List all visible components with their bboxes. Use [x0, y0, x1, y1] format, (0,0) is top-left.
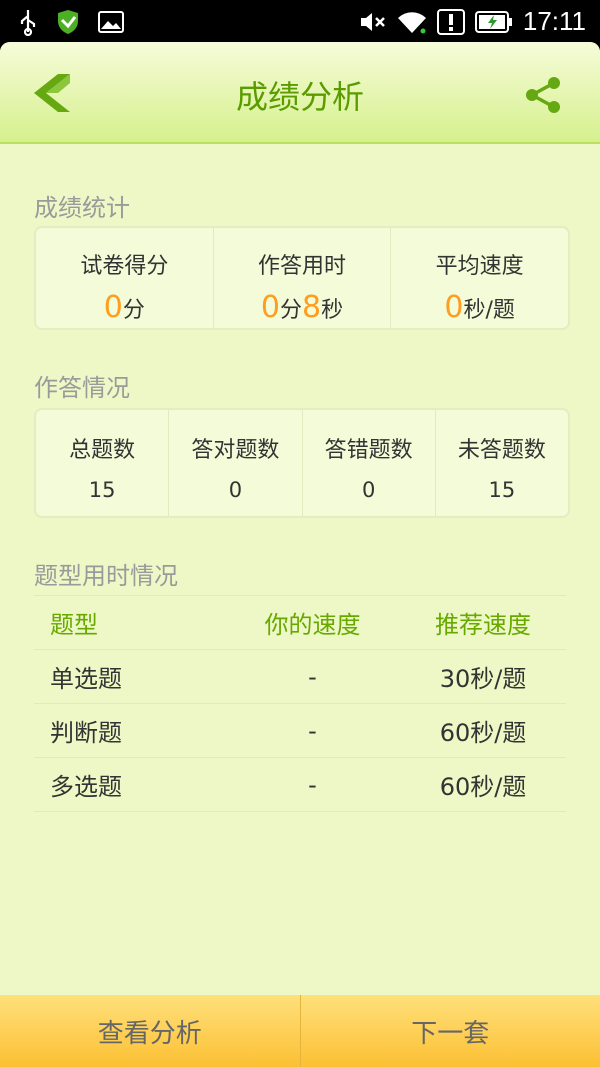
score-unit: 分 — [122, 298, 145, 323]
answer-stat-label: 总题数 — [69, 438, 136, 463]
type-time-table: 题型 你的速度 推荐速度 单选题 - 30秒/题 判断题 - 60秒/题 多选题… — [34, 595, 566, 812]
answer-stat-value: 15 — [488, 478, 516, 502]
row-your-speed: - — [308, 716, 317, 745]
header-recommended-speed: 推荐速度 — [435, 611, 531, 639]
answer-stat-label: 未答题数 — [457, 438, 546, 463]
seconds-unit: 秒 — [321, 298, 344, 323]
answer-stat: 答错题数 0 — [303, 410, 436, 516]
time-used-minutes: 0 — [260, 290, 280, 325]
answer-stat-value: 0 — [361, 478, 376, 502]
shield-icon — [58, 10, 78, 34]
row-type: 判断题 — [50, 719, 122, 747]
answer-stat-value: 15 — [88, 478, 116, 502]
header-type: 题型 — [50, 611, 98, 639]
answer-stat-value: 0 — [228, 478, 243, 502]
stats-card: 试卷得分 0分 作答用时 0分8秒 平均速度 0秒/题 — [34, 226, 570, 330]
time-used-label: 作答用时 — [258, 254, 347, 279]
image-icon — [98, 11, 124, 33]
bottom-bar: 查看分析 下一套 — [0, 995, 600, 1067]
row-recommended-speed: 30秒/题 — [439, 665, 527, 693]
time-used-seconds: 8 — [302, 290, 322, 325]
next-set-button[interactable]: 下一套 — [299, 995, 600, 1067]
time-used-cell: 作答用时 0分8秒 — [214, 228, 392, 328]
header-your-speed: 你的速度 — [264, 611, 361, 639]
clock: 17:11 — [522, 6, 586, 36]
speed-label: 平均速度 — [435, 254, 524, 279]
row-recommended-speed: 60秒/题 — [439, 719, 527, 747]
row-recommended-speed: 60秒/题 — [439, 773, 527, 801]
answer-stat-label: 答错题数 — [324, 438, 413, 463]
minutes-unit: 分 — [279, 298, 302, 323]
answers-card: 总题数 15 答对题数 0 答错题数 0 未答题数 15 — [34, 408, 570, 518]
score-value: 0 — [103, 290, 123, 325]
table-header: 题型 你的速度 推荐速度 — [34, 595, 566, 650]
section-title-type-time: 题型用时情况 — [34, 562, 178, 590]
answer-stat: 未答题数 15 — [436, 410, 568, 516]
wifi-icon — [397, 11, 426, 33]
score-analysis-screen: 成绩分析 成绩统计 试卷得分 0分 作答用时 0分8秒 平均速度 0秒/题 作答… — [0, 42, 600, 1067]
speed-value: 0 — [444, 290, 464, 325]
row-type: 单选题 — [50, 665, 122, 693]
page-title: 成绩分析 — [235, 78, 364, 116]
status-bar: 17:11 — [0, 0, 600, 42]
table-row: 多选题 - 60秒/题 — [34, 758, 566, 812]
table-row: 单选题 - 30秒/题 — [34, 650, 566, 704]
mute-icon — [360, 12, 385, 31]
answer-stat: 答对题数 0 — [169, 410, 303, 516]
table-row: 判断题 - 60秒/题 — [34, 704, 566, 758]
section-title-stats: 成绩统计 — [34, 194, 130, 222]
share-icon[interactable] — [524, 76, 562, 114]
answer-stat: 总题数 15 — [36, 410, 170, 516]
answer-stat-label: 答对题数 — [191, 438, 280, 463]
alert-icon — [436, 8, 465, 35]
score-label: 试卷得分 — [80, 254, 169, 279]
speed-unit: 秒/题 — [463, 298, 515, 323]
battery-icon — [474, 10, 512, 33]
view-analysis-button[interactable]: 查看分析 — [0, 995, 300, 1067]
speed-cell: 平均速度 0秒/题 — [391, 228, 568, 328]
usb-icon — [20, 10, 36, 36]
score-cell: 试卷得分 0分 — [36, 228, 214, 328]
row-type: 多选题 — [50, 773, 122, 801]
header: 成绩分析 — [0, 42, 600, 144]
section-title-answers: 作答情况 — [34, 374, 130, 402]
row-your-speed: - — [308, 770, 317, 799]
row-your-speed: - — [308, 662, 317, 691]
